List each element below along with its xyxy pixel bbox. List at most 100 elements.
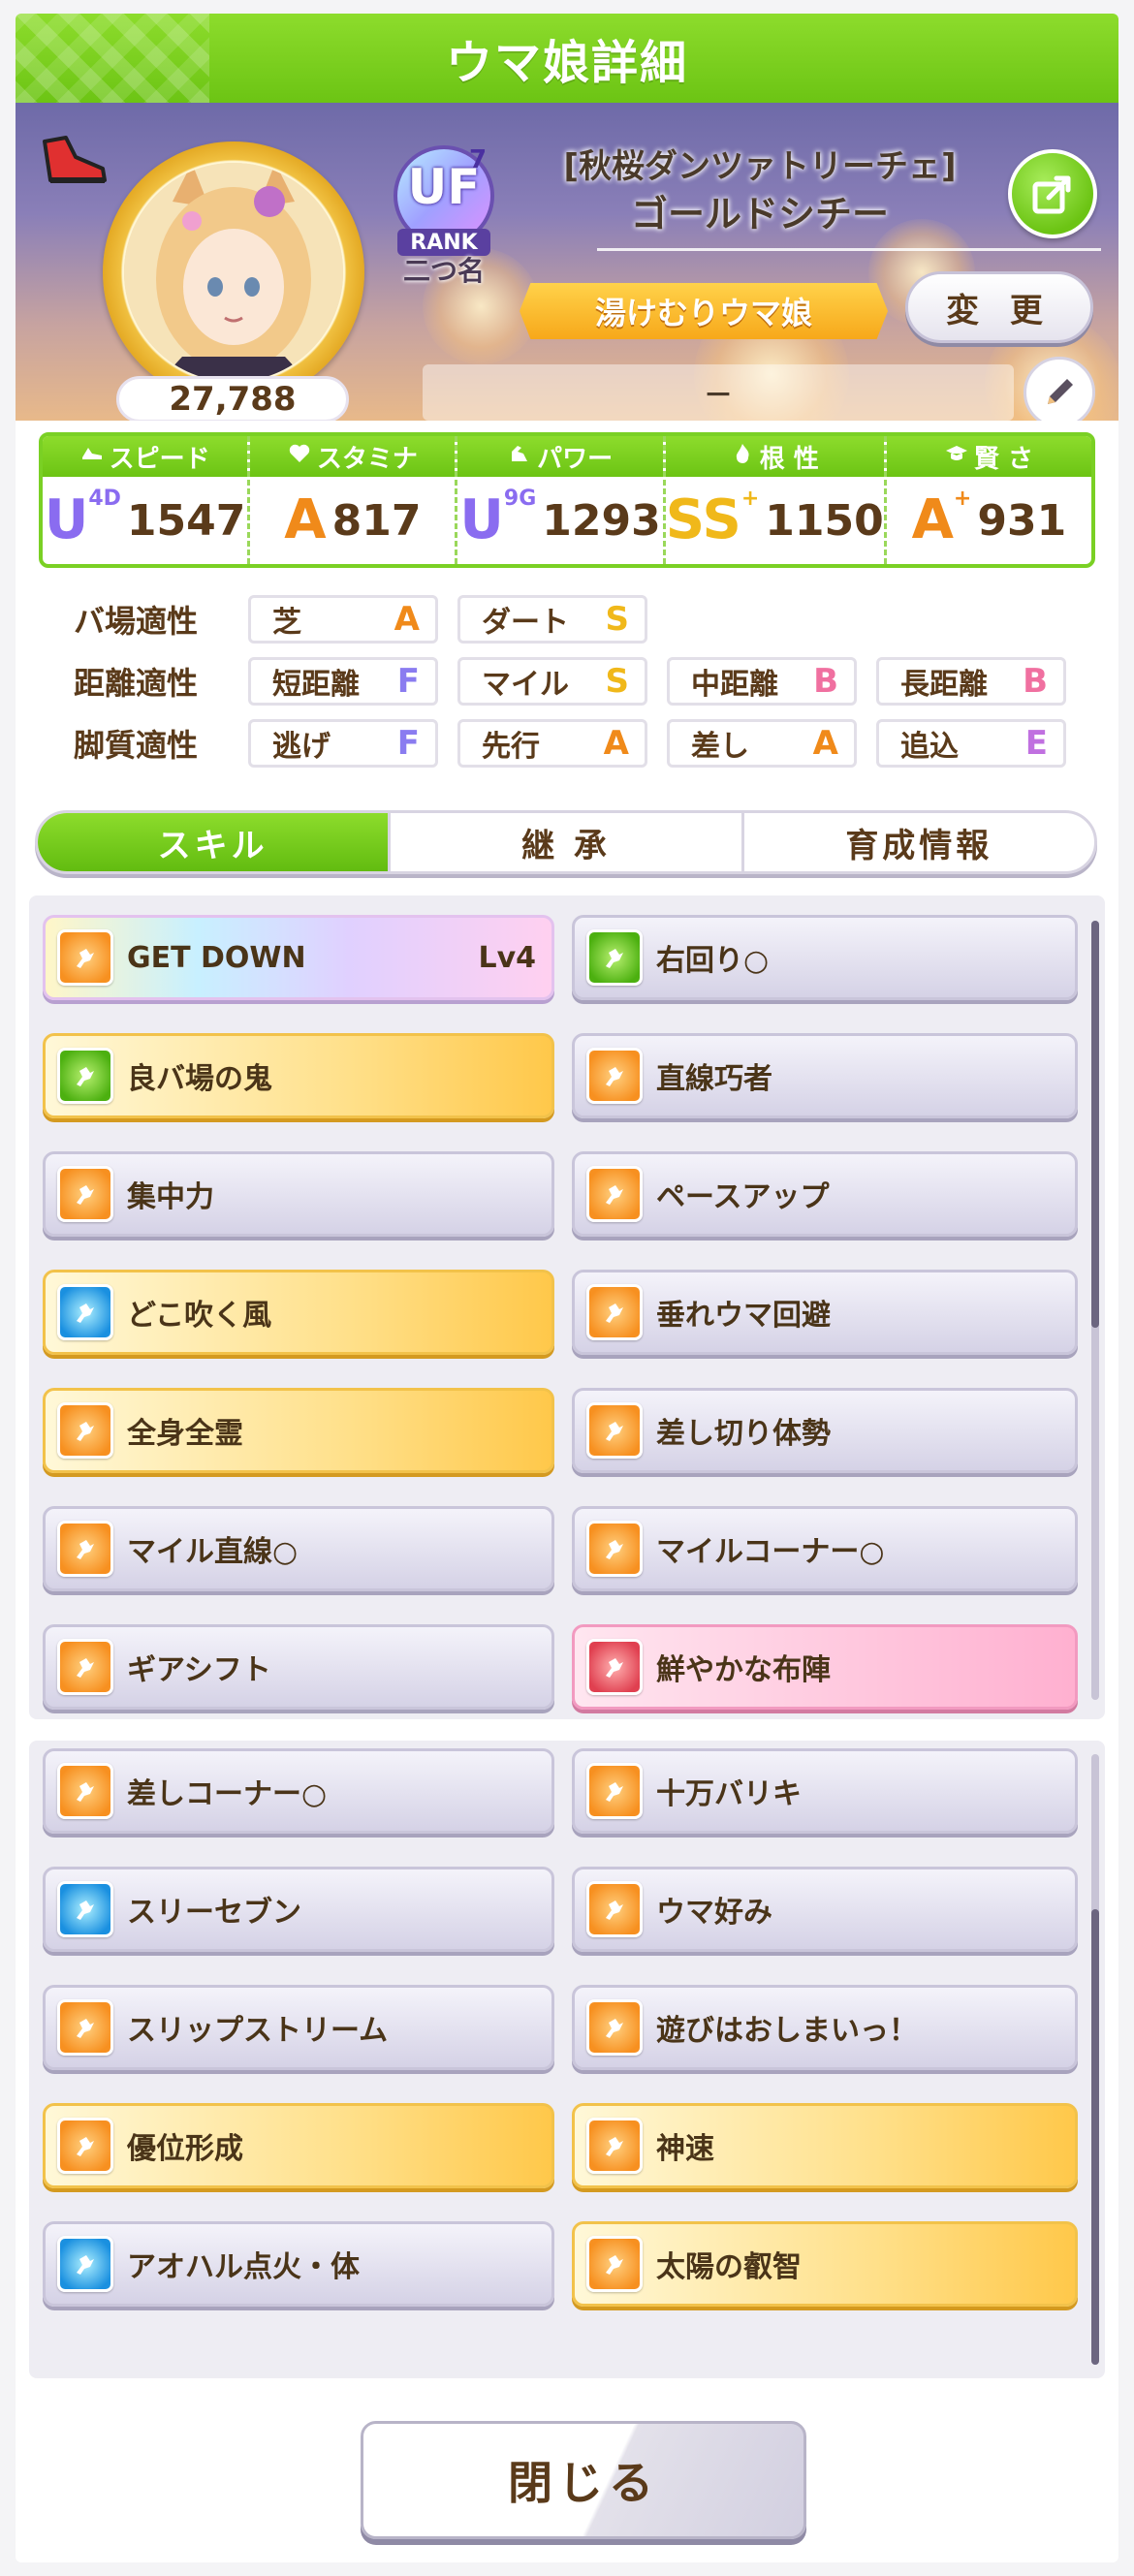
skill-card[interactable]: 鮮やかな布陣: [572, 1624, 1078, 1710]
stat-body: A +931: [887, 477, 1091, 564]
skill-icon: [586, 1402, 643, 1459]
skill-name: 垂れウマ回避: [656, 1299, 831, 1333]
skill-name: アオハル点火・体: [127, 2250, 360, 2284]
scrollbar-thumb[interactable]: [1091, 1909, 1099, 2365]
skill-icon: [57, 1763, 113, 1819]
aptitude-cell: 先行 A: [457, 719, 647, 768]
aptitude-cell: 追込 E: [876, 719, 1066, 768]
aptitude-cell: マイル S: [457, 657, 647, 706]
skill-icon: [57, 1639, 113, 1695]
stat-label: 根 性: [759, 444, 819, 474]
aptitude-grade: A: [394, 600, 420, 639]
edit-comment-button[interactable]: [1024, 357, 1095, 421]
stat-value: 1150: [765, 495, 884, 546]
skill-name: 遊びはおしまいっ！: [656, 2014, 918, 2048]
tab-inheritance[interactable]: 継 承: [388, 813, 740, 871]
skill-card[interactable]: 差しコーナー○: [43, 1748, 554, 1834]
fan-count: 27,788: [116, 376, 349, 421]
aptitude-cell: 差し A: [667, 719, 857, 768]
skill-card[interactable]: ギアシフト: [43, 1624, 554, 1710]
aptitude-name: 長距離: [900, 668, 988, 702]
divider: [597, 248, 1101, 251]
skill-card[interactable]: スリーセブン: [43, 1867, 554, 1952]
stat-grade: U: [459, 488, 504, 551]
character-name: ゴールドシチー: [630, 193, 889, 236]
skill-name: どこ吹く風: [127, 1299, 272, 1333]
scrollbar[interactable]: [1091, 1754, 1099, 2365]
skill-card[interactable]: マイル直線○: [43, 1506, 554, 1591]
aptitude-row-style: 脚質適性: [74, 719, 258, 768]
aptitude-name: ダート: [482, 606, 569, 640]
skill-name: 優位形成: [127, 2132, 243, 2166]
skill-list-panel[interactable]: GET DOWN Lv4 右回り○ 良バ場の鬼 直線巧者集中力 ペースアップどこ吹く風 垂れ…: [29, 895, 1105, 1719]
aptitude-cell: ダート S: [457, 595, 647, 644]
skill-card[interactable]: ペースアップ: [572, 1151, 1078, 1237]
skill-card[interactable]: GET DOWN Lv4: [43, 915, 554, 1000]
scrollbar[interactable]: [1091, 921, 1099, 1700]
stat-column: 賢 さ A +931: [883, 436, 1091, 564]
skill-list-panel[interactable]: 差しコーナー○ 十万バリキ スリーセブン ウマ好み スリップストリーム 遊びはおしまいっ！…: [29, 1741, 1105, 2378]
heart-icon: [288, 442, 311, 472]
skill-name: ギアシフト: [127, 1653, 271, 1687]
skill-card[interactable]: 右回り○: [572, 915, 1078, 1000]
close-button[interactable]: 閉じる: [361, 2421, 806, 2539]
skill-card[interactable]: 十万バリキ: [572, 1748, 1078, 1834]
skill-name: 集中力: [127, 1180, 214, 1214]
rank-badge[interactable]: UF 7 RANK: [384, 141, 504, 267]
aptitude-grade: S: [605, 662, 630, 701]
skill-card[interactable]: スリップストリーム: [43, 1985, 554, 2070]
stat-value: 1547: [126, 495, 246, 546]
stat-column: スタミナ A 817: [247, 436, 456, 564]
skill-name: 差し切り体勢: [656, 1417, 831, 1451]
skill-card[interactable]: 直線巧者: [572, 1033, 1078, 1118]
tab-training-info[interactable]: 育成情報: [740, 813, 1094, 871]
avatar[interactable]: [103, 141, 364, 403]
skill-icon: [586, 929, 643, 986]
skill-card[interactable]: 全身全霊: [43, 1388, 554, 1473]
share-button[interactable]: [1008, 149, 1097, 238]
stat-column: パワー U 9G 1293: [455, 436, 663, 564]
aptitude-name: 差し: [691, 730, 749, 764]
skill-card[interactable]: アオハル点火・体: [43, 2221, 554, 2307]
skill-card[interactable]: どこ吹く風: [43, 1270, 554, 1355]
skill-card[interactable]: ウマ好み: [572, 1867, 1078, 1952]
skill-card[interactable]: マイルコーナー○: [572, 1506, 1078, 1591]
skill-icon: [586, 2236, 643, 2292]
skill-card[interactable]: 優位形成: [43, 2103, 554, 2188]
tab-skills[interactable]: スキル: [38, 813, 389, 871]
stat-label: スピード: [109, 444, 210, 474]
aptitude-label: 距離適性: [74, 665, 199, 702]
change-nickname-button[interactable]: 変 更: [905, 271, 1093, 343]
skill-icon: [586, 1284, 643, 1340]
skill-card[interactable]: 差し切り体勢: [572, 1388, 1078, 1473]
skill-name: 太陽の叡智: [656, 2250, 802, 2284]
shoe-icon[interactable]: [37, 128, 110, 192]
nickname-banner: 湯けむりウマ娘: [520, 283, 888, 339]
skill-card[interactable]: 遊びはおしまいっ！: [572, 1985, 1078, 2070]
comment-field: －: [423, 364, 1014, 421]
skill-icon: [586, 1048, 643, 1104]
graduation-cap-icon: [945, 442, 968, 472]
skill-card[interactable]: 神速: [572, 2103, 1078, 2188]
title-bar: ウマ娘詳細: [16, 14, 1118, 103]
skill-card[interactable]: 垂れウマ回避: [572, 1270, 1078, 1355]
stat-value: 817: [331, 495, 422, 546]
skill-icon: [586, 1166, 643, 1222]
stat-body: U 9G 1293: [457, 477, 662, 564]
skill-icon: [57, 1402, 113, 1459]
character-banner: 27,788 UF 7 RANK 二つ名 [秋桜ダンツァトリーチェ] ゴールドシ…: [16, 103, 1118, 421]
skill-name: 神速: [656, 2132, 714, 2166]
skill-card[interactable]: 太陽の叡智: [572, 2221, 1078, 2307]
stat-header: スピード: [43, 436, 248, 477]
skill-icon: [57, 1166, 113, 1222]
skill-card[interactable]: 良バ場の鬼: [43, 1033, 554, 1118]
skill-icon: [586, 1639, 643, 1695]
skill-name: GET DOWN: [127, 940, 306, 975]
skill-name: 鮮やかな布陣: [656, 1653, 831, 1687]
skill-card[interactable]: 集中力: [43, 1151, 554, 1237]
detail-dialog: ウマ娘詳細 27,788 UF 7 RANK 二つ名 [秋桜ダンツァトリーチェ]…: [16, 14, 1118, 2562]
aptitude-cell: 長距離 B: [876, 657, 1066, 706]
stat-column: 根 性 SS +1150: [662, 436, 884, 564]
scrollbar-thumb[interactable]: [1091, 921, 1099, 1328]
stat-body: U 4D 1547: [43, 477, 247, 564]
